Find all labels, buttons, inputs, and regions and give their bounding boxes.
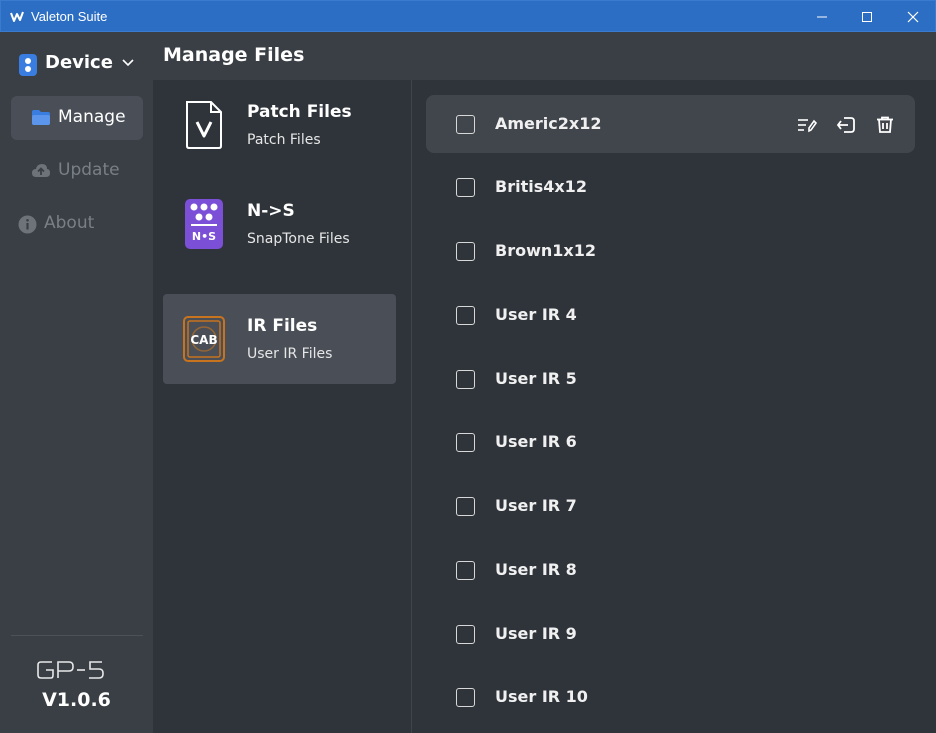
window-title: Valeton Suite — [31, 9, 108, 24]
file-name: Britis4x12 — [495, 177, 587, 196]
file-name: User IR 4 — [495, 305, 577, 324]
sidebar-divider — [11, 635, 143, 636]
file-checkbox[interactable] — [456, 561, 475, 580]
file-row[interactable]: User IR 6 — [426, 413, 915, 471]
file-row[interactable]: Brown1x12 — [426, 222, 915, 280]
minimize-icon — [817, 16, 827, 17]
minimize-button[interactable] — [799, 1, 845, 32]
device-label: Device — [45, 52, 113, 73]
file-row[interactable]: User IR 8 — [426, 541, 915, 599]
category-subtitle: Patch Files — [247, 132, 321, 148]
file-row[interactable]: User IR 9 — [426, 605, 915, 663]
file-name: Brown1x12 — [495, 241, 596, 260]
file-checkbox[interactable] — [456, 497, 475, 516]
close-button[interactable] — [890, 1, 936, 32]
file-checkbox[interactable] — [456, 370, 475, 389]
upload-cloud-icon — [32, 164, 50, 177]
title-bar: Valeton Suite — [0, 0, 936, 32]
file-name: User IR 6 — [495, 432, 577, 451]
version-label: V1.0.6 — [42, 689, 111, 711]
file-name: User IR 7 — [495, 496, 577, 515]
category-ir-files[interactable]: CAB IR Files User IR Files — [163, 294, 396, 384]
nav-about[interactable]: About — [6, 202, 138, 246]
category-patch-files[interactable]: Patch Files Patch Files — [163, 80, 396, 170]
file-list: Americ2x12 Britis4x12 Brown1x12 User IR … — [412, 80, 936, 733]
nav-about-label: About — [44, 213, 95, 233]
cab-icon: CAB — [183, 316, 225, 362]
file-row[interactable]: User IR 10 — [426, 668, 915, 726]
nav-update[interactable]: Update — [11, 149, 143, 193]
delete-button[interactable] — [874, 114, 896, 136]
maximize-icon — [862, 11, 872, 22]
export-button[interactable] — [835, 114, 857, 136]
snaptone-pedal-icon: N•S — [185, 199, 223, 249]
file-row[interactable]: User IR 4 — [426, 286, 915, 344]
patch-file-icon — [186, 101, 222, 149]
device-icon — [19, 54, 37, 76]
file-row[interactable]: User IR 5 — [426, 350, 915, 408]
file-name: User IR 9 — [495, 624, 577, 643]
file-checkbox[interactable] — [456, 306, 475, 325]
file-name: User IR 8 — [495, 560, 577, 579]
file-checkbox[interactable] — [456, 433, 475, 452]
nav-manage[interactable]: Manage — [11, 96, 143, 140]
page-title: Manage Files — [163, 44, 305, 66]
snaptone-icon-text: N•S — [192, 230, 216, 243]
folder-icon — [32, 110, 50, 125]
category-subtitle: SnapTone Files — [247, 231, 350, 247]
info-icon — [18, 215, 37, 234]
category-snaptone[interactable]: N•S N->S SnapTone Files — [163, 179, 396, 269]
category-title: N->S — [247, 201, 295, 221]
file-checkbox[interactable] — [456, 242, 475, 261]
model-logo — [37, 661, 104, 679]
file-checkbox[interactable] — [456, 688, 475, 707]
close-icon — [907, 11, 919, 22]
category-title: Patch Files — [247, 102, 352, 122]
file-name: Americ2x12 — [495, 114, 602, 133]
cab-icon-text: CAB — [190, 333, 217, 347]
rename-icon — [798, 119, 817, 133]
rename-button[interactable] — [796, 114, 818, 136]
file-row[interactable]: Americ2x12 — [426, 95, 915, 153]
valeton-app-icon — [10, 11, 24, 22]
file-row[interactable]: User IR 7 — [426, 477, 915, 535]
sidebar: Device Manage Update About V1.0.6 — [0, 32, 153, 733]
category-subtitle: User IR Files — [247, 346, 333, 362]
delete-icon — [877, 116, 893, 133]
nav-manage-label: Manage — [58, 107, 126, 127]
page-header: Manage Files — [153, 32, 936, 80]
category-title: IR Files — [247, 316, 318, 336]
file-name: User IR 5 — [495, 369, 577, 388]
device-selector[interactable]: Device — [0, 32, 153, 96]
nav-update-label: Update — [58, 160, 120, 180]
file-name: User IR 10 — [495, 687, 588, 706]
export-icon — [836, 117, 855, 133]
file-category-list: Patch Files Patch Files N•S N->S SnapTon… — [153, 80, 412, 733]
chevron-down-icon — [122, 59, 134, 67]
maximize-button[interactable] — [844, 1, 890, 32]
file-row[interactable]: Britis4x12 — [426, 158, 915, 216]
file-checkbox[interactable] — [456, 178, 475, 197]
file-checkbox[interactable] — [456, 115, 475, 134]
file-checkbox[interactable] — [456, 625, 475, 644]
